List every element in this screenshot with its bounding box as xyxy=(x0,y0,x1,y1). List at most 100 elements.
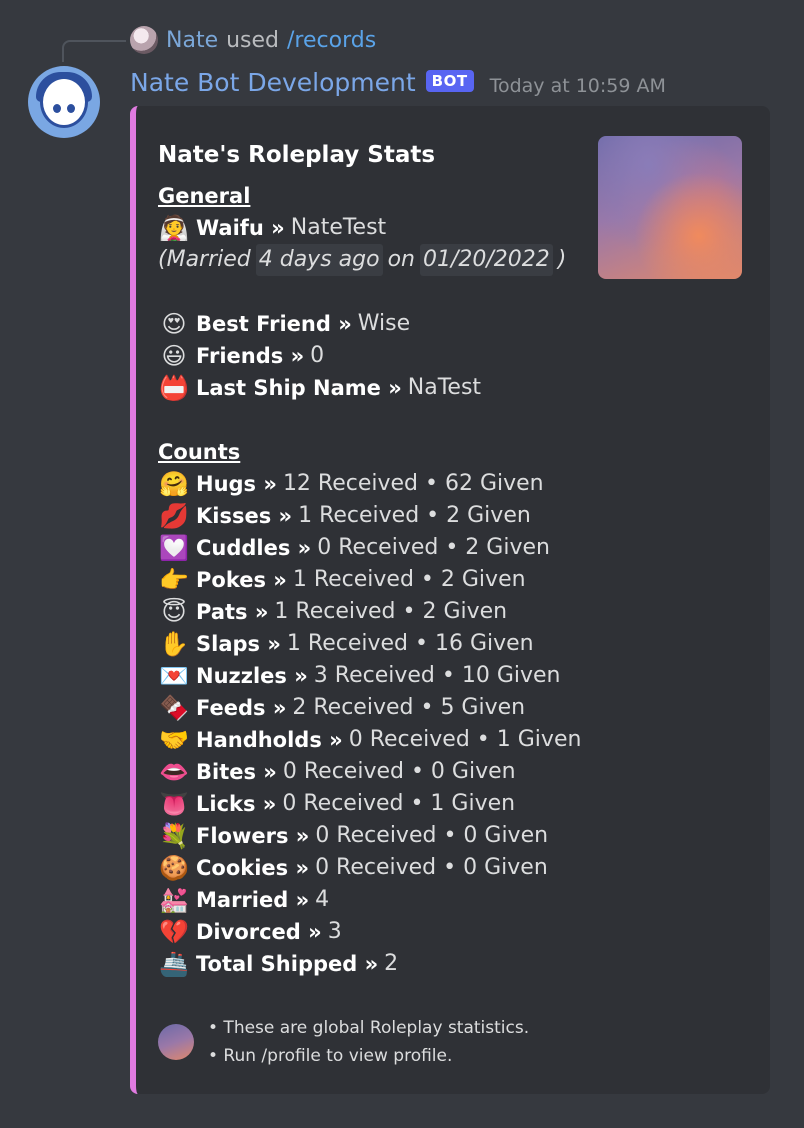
count-label: Hugs » xyxy=(196,472,277,496)
bot-tag: BOT xyxy=(425,69,474,92)
count-row: 💐 Flowers » 0 Received • 0 Given xyxy=(158,820,770,852)
count-value: 1 Received • 2 Given xyxy=(274,599,508,624)
last-ship-value: NaTest xyxy=(407,375,482,400)
count-label: Bites » xyxy=(196,760,277,784)
bouquet-icon: 💐 xyxy=(159,822,189,850)
waifu-value: NateTest xyxy=(290,215,387,240)
count-label: Total Shipped » xyxy=(196,952,379,976)
count-value: 2 Received • 5 Given xyxy=(292,695,526,720)
count-row: 💔 Divorced » 3 xyxy=(158,916,770,948)
count-value: 0 Received • 1 Given xyxy=(282,791,516,816)
love-letter-icon: 💌 xyxy=(159,662,189,690)
reply-context[interactable]: Nate used /records xyxy=(130,26,376,54)
best-friend-value: Wise xyxy=(357,311,411,336)
married-prefix: (Married xyxy=(158,247,251,272)
count-value: 1 Received • 16 Given xyxy=(286,631,534,656)
count-label: Cuddles » xyxy=(196,536,312,560)
cookie-icon: 🍪 xyxy=(159,854,189,882)
chocolate-bar-icon: 🍫 xyxy=(159,694,189,722)
count-row: 🍫 Feeds » 2 Received • 5 Given xyxy=(158,692,770,724)
count-label: Divorced » xyxy=(196,920,322,944)
general-heading-line: General xyxy=(158,180,770,212)
count-value: 0 Received • 0 Given xyxy=(315,855,548,880)
count-label: Cookies » xyxy=(196,856,310,880)
married-line: (Married 4 days ago on 01/20/2022 ) xyxy=(158,244,770,276)
count-value: 1 Received • 2 Given xyxy=(298,503,531,528)
waifu-line: 👰 Waifu » NateTest xyxy=(158,212,770,244)
count-label: Feeds » xyxy=(196,696,287,720)
count-value: 12 Received • 62 Given xyxy=(282,471,544,496)
smiley-icon: 😃 xyxy=(161,342,187,370)
author-name[interactable]: Nate Bot Development xyxy=(130,68,416,97)
count-value: 0 Received • 0 Given xyxy=(282,759,516,784)
best-friend-line: 😍 Best Friend » Wise xyxy=(158,308,770,340)
reply-command[interactable]: /records xyxy=(287,28,376,53)
count-label: Pokes » xyxy=(196,568,287,592)
count-value: 4 xyxy=(315,887,330,912)
friends-value: 0 xyxy=(310,343,325,368)
count-label: Married » xyxy=(196,888,310,912)
footer-text: • These are global Roleplay statistics. … xyxy=(208,1014,529,1070)
embed-title: Nate's Roleplay Stats xyxy=(158,142,436,168)
married-suffix: ) xyxy=(557,247,567,272)
stats-embed: Nate's Roleplay Stats General 👰 Waifu » … xyxy=(130,106,770,1094)
bot-avatar[interactable] xyxy=(28,66,100,138)
friends-label: Friends » xyxy=(196,344,305,368)
count-value: 0 Received • 0 Given xyxy=(315,823,549,848)
footer-line-1: • These are global Roleplay statistics. xyxy=(208,1018,530,1038)
count-row: ✋ Slaps » 1 Received • 16 Given xyxy=(158,628,770,660)
count-label: Flowers » xyxy=(196,824,310,848)
count-label: Handholds » xyxy=(196,728,343,752)
footer-line-2: • Run /profile to view profile. xyxy=(208,1046,453,1066)
reply-used-text: used xyxy=(226,27,280,53)
tongue-icon: 👅 xyxy=(159,790,189,818)
count-value: 0 Received • 2 Given xyxy=(317,535,550,560)
message-timestamp[interactable]: Today at 10:59 AM xyxy=(490,75,666,97)
married-relative-time[interactable]: 4 days ago xyxy=(255,244,383,276)
count-row: 🍪 Cookies » 0 Received • 0 Given xyxy=(158,852,770,884)
avatar-eye-left xyxy=(53,104,61,113)
count-row: 🤝 Handholds » 0 Received • 1 Given xyxy=(158,724,770,756)
married-date[interactable]: 01/20/2022 xyxy=(419,244,553,276)
count-row: 😇 Pats » 1 Received • 2 Given xyxy=(158,596,770,628)
count-row: 👅 Licks » 0 Received • 1 Given xyxy=(158,788,770,820)
married-on: on xyxy=(387,247,415,272)
last-ship-label: Last Ship Name » xyxy=(196,376,402,400)
message-header: Nate Bot Development BOT Today at 10:59 … xyxy=(130,68,666,97)
count-row: 💟 Cuddles » 0 Received • 2 Given xyxy=(158,532,770,564)
reply-spine xyxy=(62,40,126,62)
count-label: Slaps » xyxy=(196,632,281,656)
count-value: 2 xyxy=(384,951,399,976)
count-label: Licks » xyxy=(196,792,277,816)
count-row: 👉 Pokes » 1 Received • 2 Given xyxy=(158,564,770,596)
heart-decoration-icon: 💟 xyxy=(159,534,189,562)
count-row: 🚢 Total Shipped » 2 xyxy=(158,948,770,980)
reply-avatar[interactable] xyxy=(130,26,158,54)
count-row: 💒 Married » 4 xyxy=(158,884,770,916)
footer-icon xyxy=(158,1024,194,1060)
waifu-label: Waifu » xyxy=(196,216,285,240)
embed-footer: • These are global Roleplay statistics. … xyxy=(158,1014,529,1070)
heart-eyes-icon: 😍 xyxy=(161,310,187,338)
count-value: 3 Received • 10 Given xyxy=(313,663,561,688)
count-row: 👄 Bites » 0 Received • 0 Given xyxy=(158,756,770,788)
avatar-eye-right xyxy=(67,104,75,113)
handshake-icon: 🤝 xyxy=(159,726,189,754)
embed-content: Nate's Roleplay Stats General 👰 Waifu » … xyxy=(158,140,770,980)
general-heading: General xyxy=(158,184,251,208)
count-value: 1 Received • 2 Given xyxy=(292,567,526,592)
count-row: 🤗 Hugs » 12 Received • 62 Given xyxy=(158,468,770,500)
count-row: 💌 Nuzzles » 3 Received • 10 Given xyxy=(158,660,770,692)
name-badge-icon: 📛 xyxy=(159,374,189,402)
mouth-icon: 👄 xyxy=(159,758,189,786)
avatar-face xyxy=(40,76,88,128)
last-ship-line: 📛 Last Ship Name » NaTest xyxy=(158,372,770,404)
bride-icon: 👰 xyxy=(159,214,189,242)
counts-list: 🤗 Hugs » 12 Received • 62 Given 💋 Kisses » 1 … xyxy=(158,468,770,980)
count-value: 0 Received • 1 Given xyxy=(348,727,582,752)
halo-face-icon: 😇 xyxy=(161,598,187,626)
reply-username[interactable]: Nate xyxy=(166,28,218,53)
best-friend-label: Best Friend » xyxy=(196,312,352,336)
ship-icon: 🚢 xyxy=(159,950,189,978)
count-label: Kisses » xyxy=(196,504,293,528)
